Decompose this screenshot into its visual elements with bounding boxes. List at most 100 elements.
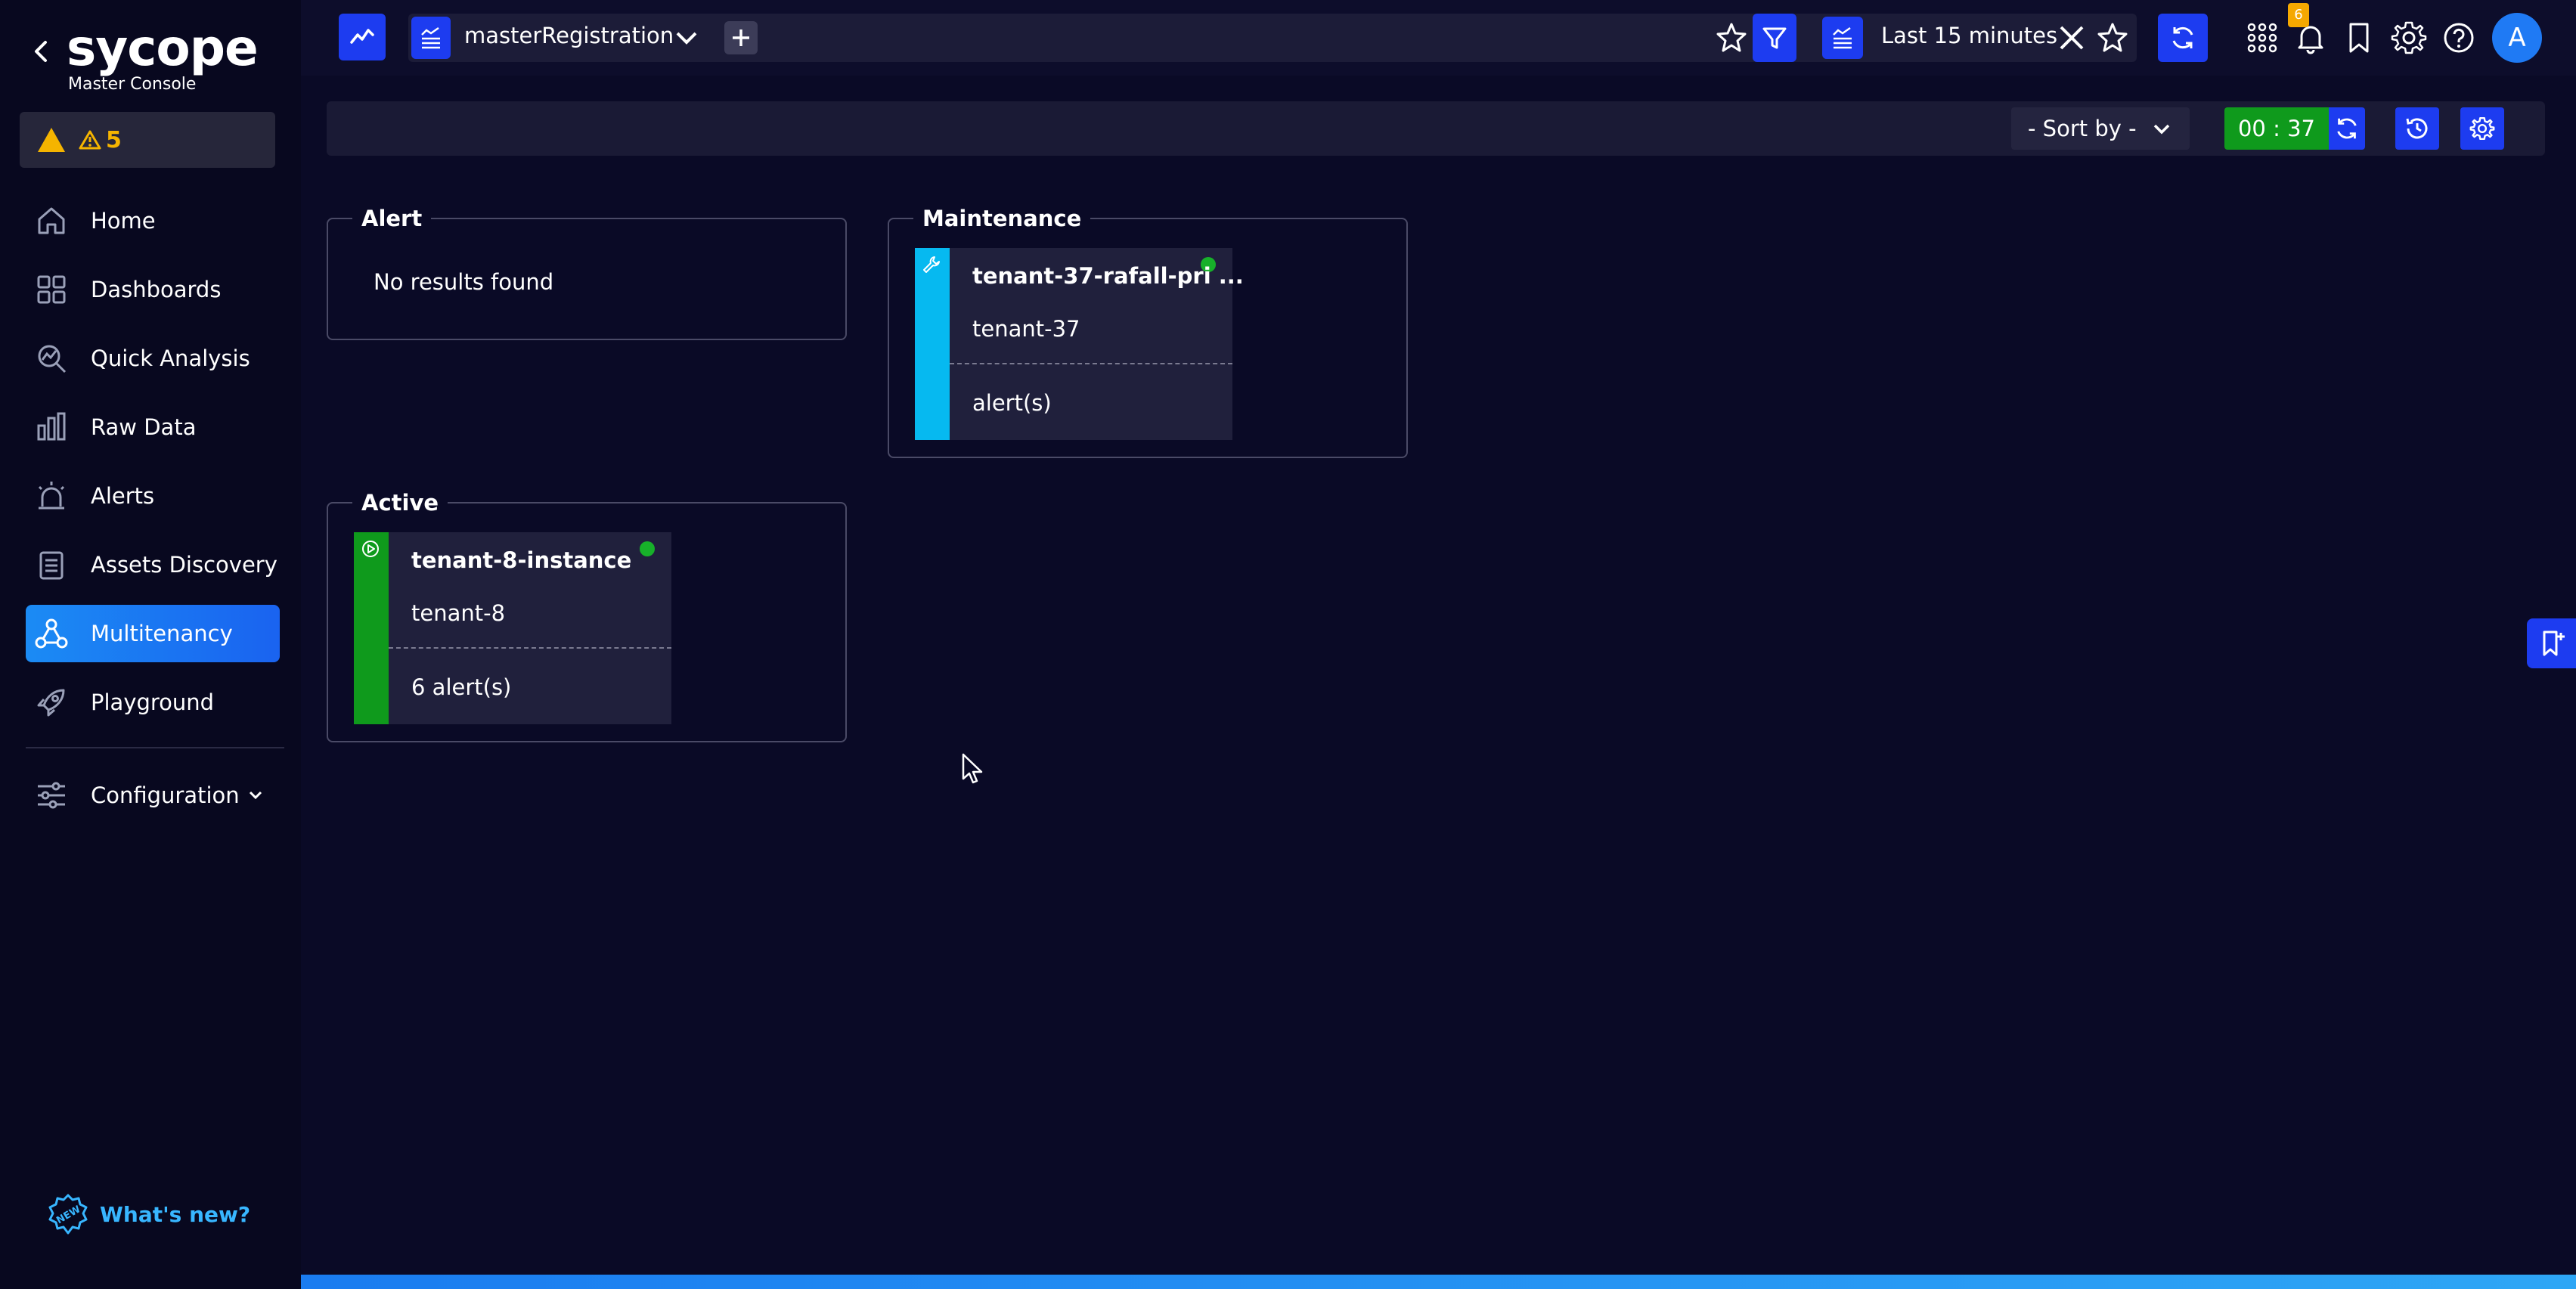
nav-label: Playground bbox=[91, 689, 215, 715]
chevron-down-icon bbox=[249, 791, 262, 800]
nav-label: Home bbox=[91, 208, 156, 234]
view-settings-button[interactable] bbox=[2460, 107, 2504, 150]
status-stripe bbox=[354, 532, 389, 724]
dashboards-icon bbox=[37, 275, 66, 304]
nav-label: Quick Analysis bbox=[91, 345, 250, 371]
group-alert: Alert No results found bbox=[327, 206, 847, 340]
whats-new-label: What's new? bbox=[100, 1201, 251, 1227]
nav-item-configuration[interactable]: Configuration bbox=[26, 767, 280, 824]
notifications-badge: 6 bbox=[2288, 3, 2309, 27]
whats-new-link[interactable]: NEW What's new? bbox=[47, 1193, 250, 1235]
empty-state-text: No results found bbox=[374, 269, 554, 295]
dashboard-name[interactable]: masterRegistration bbox=[464, 23, 674, 48]
bookmark-icon[interactable] bbox=[2339, 18, 2379, 57]
nav-item-alerts[interactable]: Alerts bbox=[26, 467, 280, 525]
close-icon[interactable] bbox=[2052, 18, 2091, 57]
nav-label: Raw Data bbox=[91, 414, 197, 440]
group-active: Active tenant-8-instance tenant-8 6 aler… bbox=[327, 490, 847, 742]
nav-item-home[interactable]: Home bbox=[26, 192, 280, 249]
filter-button[interactable] bbox=[1753, 14, 1796, 62]
apps-grid-icon[interactable] bbox=[2243, 18, 2282, 57]
group-title: Alert bbox=[352, 206, 432, 231]
raw-data-icon bbox=[37, 412, 66, 441]
nav-label: Multitenancy bbox=[91, 621, 233, 646]
timer-refresh-button[interactable] bbox=[2329, 107, 2365, 150]
plus-icon bbox=[733, 29, 749, 46]
nav-label: Configuration bbox=[91, 782, 240, 808]
sidebar: sycope Master Console 5 Home Dashboards … bbox=[0, 0, 301, 1289]
refresh-button[interactable] bbox=[2158, 14, 2208, 62]
nav-item-quick-analysis[interactable]: Quick Analysis bbox=[26, 330, 280, 387]
new-badge-icon: NEW bbox=[48, 1194, 88, 1235]
tenant-card[interactable]: tenant-8-instance tenant-8 6 alert(s) bbox=[354, 532, 671, 724]
multitenancy-icon bbox=[35, 618, 68, 649]
tenant-card-alerts: alert(s) bbox=[972, 390, 1052, 416]
bottom-progress-bar bbox=[301, 1275, 2576, 1289]
tenant-card-alerts: 6 alert(s) bbox=[411, 674, 512, 700]
mouse-cursor-icon bbox=[962, 753, 983, 784]
nav-label: Assets Discovery bbox=[91, 552, 277, 578]
filter-icon bbox=[1762, 27, 1787, 49]
star-icon[interactable] bbox=[2093, 18, 2132, 57]
history-icon bbox=[2406, 118, 2428, 139]
top-bar: masterRegistration Last 15 minutes 6 A bbox=[301, 0, 2576, 76]
logo-subtitle: Master Console bbox=[68, 75, 197, 94]
tenant-card-title: tenant-8-instance bbox=[411, 547, 632, 573]
nav-item-multitenancy[interactable]: Multitenancy bbox=[26, 605, 280, 662]
home-icon bbox=[38, 207, 65, 234]
nav-item-raw-data[interactable]: Raw Data bbox=[26, 398, 280, 456]
help-icon[interactable] bbox=[2439, 18, 2478, 57]
warning-small-icon bbox=[79, 130, 101, 150]
dashboard-list-icon bbox=[421, 26, 440, 49]
alarm-icon bbox=[38, 482, 65, 510]
nav-item-assets-discovery[interactable]: Assets Discovery bbox=[26, 536, 280, 593]
nav-divider bbox=[26, 747, 284, 748]
nav-label: Dashboards bbox=[91, 277, 222, 302]
wrench-icon bbox=[923, 256, 940, 273]
chevron-down-icon bbox=[2153, 124, 2170, 135]
play-icon bbox=[362, 541, 379, 557]
time-range-icon bbox=[1833, 26, 1852, 49]
avatar[interactable]: A bbox=[2492, 13, 2542, 63]
logo-text: sycope bbox=[67, 19, 259, 77]
group-title: Maintenance bbox=[913, 206, 1091, 231]
quick-analysis-icon bbox=[38, 345, 67, 373]
add-dashboard-button[interactable] bbox=[724, 21, 758, 54]
sort-by-label: - Sort by - bbox=[2028, 116, 2137, 141]
gear-icon bbox=[2469, 116, 2495, 141]
nav-item-playground[interactable]: Playground bbox=[26, 674, 280, 731]
nav-label: Alerts bbox=[91, 483, 155, 509]
bookmark-add-icon bbox=[2543, 631, 2565, 656]
tenant-card-title: tenant-37-rafall-pri ... bbox=[972, 263, 1244, 289]
tenant-card-tenant: tenant-8 bbox=[411, 600, 506, 626]
tenant-card-tenant: tenant-37 bbox=[972, 316, 1080, 342]
dashboard-icon-button[interactable] bbox=[411, 17, 451, 59]
rocket-icon bbox=[37, 689, 65, 717]
svg-text:NEW: NEW bbox=[54, 1204, 82, 1226]
warnings-indicator[interactable]: 5 bbox=[20, 112, 275, 168]
group-maintenance: Maintenance tenant-37-rafall-pri ... ten… bbox=[888, 206, 1408, 458]
gear-icon[interactable] bbox=[2389, 18, 2429, 57]
dashboard-type-button[interactable] bbox=[339, 14, 386, 60]
divider bbox=[950, 363, 1232, 364]
refresh-icon bbox=[2337, 118, 2357, 139]
refresh-timer: 00 : 37 bbox=[2224, 107, 2329, 150]
warnings-count: 5 bbox=[106, 126, 122, 153]
divider bbox=[389, 647, 671, 649]
nav-item-dashboards[interactable]: Dashboards bbox=[26, 261, 280, 318]
group-title: Active bbox=[352, 490, 448, 516]
activity-icon bbox=[350, 29, 374, 44]
star-icon[interactable] bbox=[1712, 18, 1751, 57]
time-range-icon-button[interactable] bbox=[1822, 17, 1863, 59]
chevron-down-icon[interactable] bbox=[667, 18, 706, 57]
view-toolbar: - Sort by - 00 : 37 bbox=[327, 101, 2545, 156]
clipboard-icon bbox=[39, 551, 64, 580]
tenant-card[interactable]: tenant-37-rafall-pri ... tenant-37 alert… bbox=[915, 248, 1244, 440]
sort-by-select[interactable]: - Sort by - bbox=[2011, 107, 2190, 150]
logo: sycope Master Console bbox=[30, 20, 280, 98]
back-chevron-icon[interactable] bbox=[30, 36, 51, 67]
history-button[interactable] bbox=[2395, 107, 2439, 150]
refresh-icon bbox=[2172, 26, 2193, 49]
sliders-icon bbox=[38, 782, 65, 809]
add-bookmark-tab[interactable] bbox=[2527, 618, 2576, 668]
